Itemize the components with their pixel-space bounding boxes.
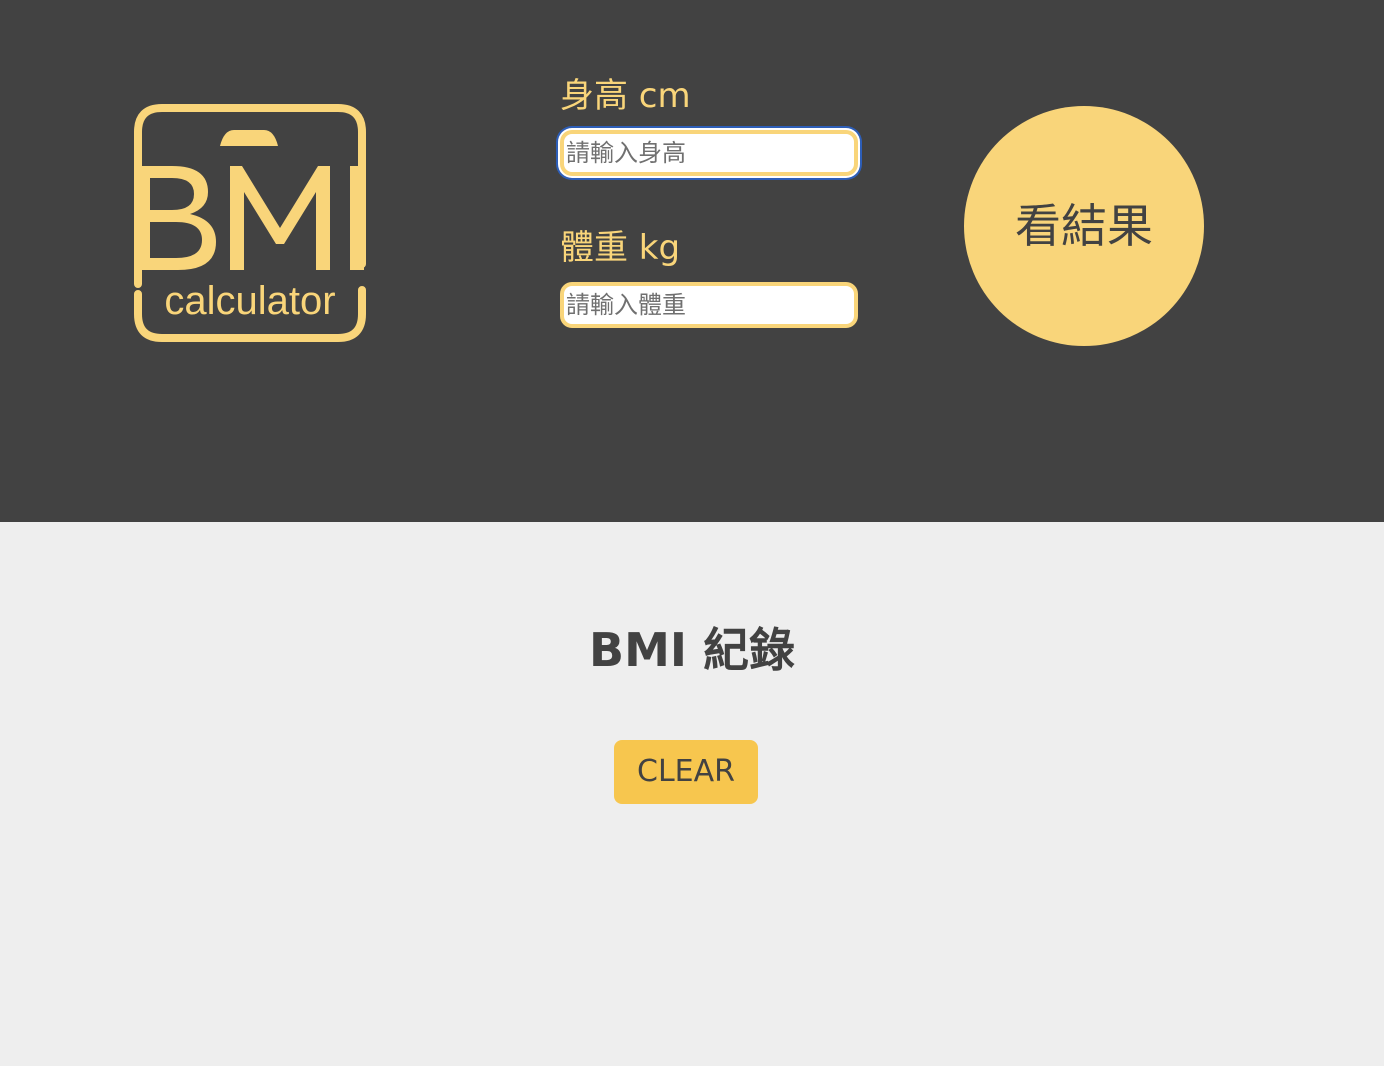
- records-title: BMI 紀錄: [589, 623, 795, 677]
- records-section: BMI 紀錄 CLEAR: [0, 522, 1384, 1066]
- see-result-button[interactable]: 看結果: [964, 106, 1204, 346]
- svg-text:calculator: calculator: [164, 279, 335, 323]
- header: calculator 身高 cm 體重 kg 看結果: [0, 0, 1384, 522]
- clear-button[interactable]: CLEAR: [614, 740, 758, 804]
- weight-label: 體重 kg: [560, 228, 681, 268]
- height-label: 身高 cm: [560, 76, 691, 116]
- weight-input[interactable]: [560, 282, 858, 328]
- height-input[interactable]: [560, 130, 858, 176]
- bmi-calculator-logo: calculator: [132, 104, 368, 342]
